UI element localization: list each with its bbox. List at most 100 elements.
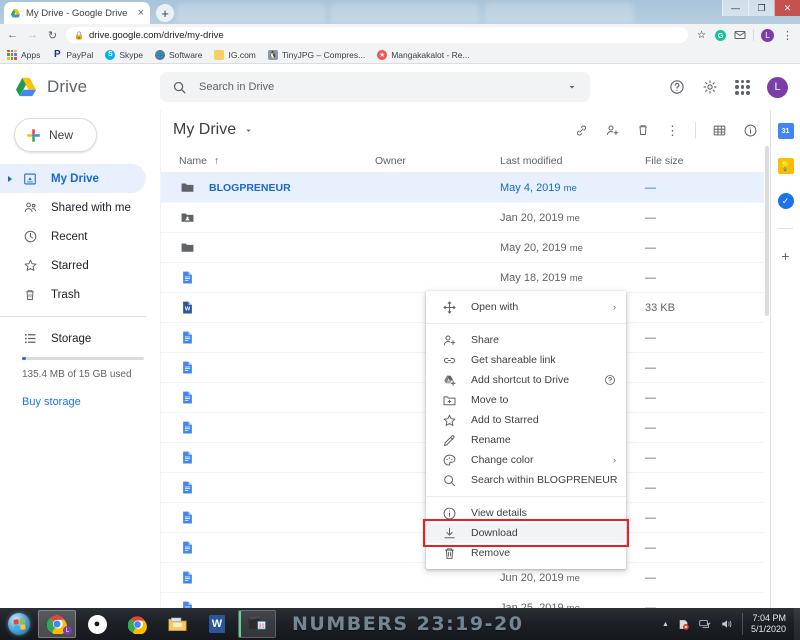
- help-icon[interactable]: [604, 374, 616, 386]
- menu-item-open-with[interactable]: Open with ›: [426, 297, 626, 317]
- buy-storage-link[interactable]: Buy storage: [0, 380, 160, 408]
- file-name-cell[interactable]: [165, 330, 375, 346]
- bookmark-star-icon[interactable]: ☆: [695, 29, 708, 42]
- google-calendar-icon[interactable]: 31: [777, 123, 794, 139]
- chrome-menu-icon[interactable]: ⋮: [781, 29, 794, 42]
- show-desktop-button[interactable]: [794, 608, 800, 640]
- start-button[interactable]: [2, 610, 36, 638]
- file-name-cell[interactable]: [165, 510, 375, 526]
- reload-button[interactable]: ↻: [46, 29, 59, 42]
- bookmark-ig-com[interactable]: IG.com: [214, 49, 256, 60]
- minimize-button[interactable]: —: [722, 0, 748, 16]
- new-button[interactable]: New: [14, 118, 97, 152]
- table-row[interactable]: May 18, 2019 me —: [161, 262, 770, 292]
- sidebar-item-storage[interactable]: Storage: [0, 324, 146, 353]
- address-bar[interactable]: 🔒 drive.google.com/drive/my-drive: [66, 27, 688, 43]
- file-name-cell[interactable]: [165, 450, 375, 466]
- column-header-name[interactable]: Name: [179, 155, 207, 167]
- drive-search-bar[interactable]: [160, 72, 590, 102]
- network-icon[interactable]: [698, 617, 712, 631]
- column-header-owner[interactable]: Owner: [375, 155, 500, 167]
- scrollbar-thumb[interactable]: [765, 146, 769, 316]
- close-window-button[interactable]: ✕: [774, 0, 800, 16]
- maximize-button[interactable]: ❐: [748, 0, 774, 16]
- menu-item-remove[interactable]: Remove: [426, 543, 626, 563]
- back-button[interactable]: ←: [6, 29, 19, 41]
- sidebar-item-my-drive[interactable]: My Drive: [0, 164, 146, 193]
- taskbar-app-dropbox[interactable]: ●: [78, 610, 116, 638]
- file-name-cell[interactable]: [165, 390, 375, 406]
- add-app-icon[interactable]: +: [781, 248, 789, 264]
- menu-item-add-to-starred[interactable]: Add to Starred: [426, 410, 626, 430]
- file-name-cell[interactable]: W: [165, 300, 375, 316]
- sort-ascending-icon[interactable]: ↑: [214, 155, 219, 167]
- google-tasks-icon[interactable]: ✓: [777, 193, 794, 209]
- taskbar-file-explorer[interactable]: [158, 610, 196, 638]
- file-name-cell[interactable]: [165, 210, 375, 226]
- taskbar-movie-maker[interactable]: 31: [238, 610, 276, 638]
- antivirus-icon[interactable]: [677, 618, 690, 631]
- column-header-last-modified[interactable]: Last modified: [500, 155, 645, 167]
- more-actions-icon[interactable]: ⋮: [666, 124, 679, 137]
- help-icon[interactable]: [669, 79, 685, 95]
- details-info-icon[interactable]: [743, 123, 758, 138]
- volume-icon[interactable]: [720, 617, 734, 631]
- table-row[interactable]: BLOGPRENEUR May 4, 2019 me —: [161, 172, 770, 202]
- browser-tab-my-drive[interactable]: My Drive - Google Drive ×: [4, 2, 150, 24]
- table-row[interactable]: Jan 20, 2019 me —: [161, 202, 770, 232]
- file-name-cell[interactable]: [165, 270, 375, 286]
- file-name-cell[interactable]: [165, 570, 375, 586]
- menu-item-search-within-blogpreneur[interactable]: Search within BLOGPRENEUR: [426, 470, 626, 490]
- browser-profile-avatar[interactable]: L: [761, 28, 774, 42]
- file-name-cell[interactable]: [165, 600, 375, 608]
- file-name-cell[interactable]: [165, 540, 375, 556]
- sidebar-item-trash[interactable]: Trash: [0, 280, 146, 309]
- table-row[interactable]: May 20, 2019 me —: [161, 232, 770, 262]
- taskbar-word[interactable]: W: [198, 610, 236, 638]
- google-apps-icon[interactable]: [735, 79, 750, 95]
- forward-button[interactable]: →: [26, 29, 39, 41]
- bookmark-tinyjpg[interactable]: 🐧 TinyJPG – Compres...: [267, 49, 365, 60]
- breadcrumb-chevron-down-icon[interactable]: [243, 125, 254, 136]
- taskbar-chrome[interactable]: [118, 610, 156, 638]
- grid-view-icon[interactable]: [712, 123, 727, 138]
- bookmark-mangakakalot[interactable]: ★ Mangakakalot - Re...: [377, 49, 470, 60]
- sidebar-item-recent[interactable]: Recent: [0, 222, 146, 251]
- taskbar-clock[interactable]: 7:04 PM 5/1/2020: [751, 613, 788, 635]
- menu-item-change-color[interactable]: Change color ›: [426, 450, 626, 470]
- new-tab-button[interactable]: +: [156, 4, 174, 22]
- show-hidden-icons-arrow[interactable]: ▲: [662, 621, 669, 628]
- file-name-cell[interactable]: [165, 420, 375, 436]
- sidebar-item-shared-with-me[interactable]: Shared with me: [0, 193, 146, 222]
- grammarly-extension-icon[interactable]: G: [715, 29, 726, 41]
- column-header-file-size[interactable]: File size: [645, 155, 770, 167]
- drive-brand[interactable]: Drive: [0, 77, 160, 98]
- menu-item-view-details[interactable]: View details: [426, 503, 626, 523]
- chevron-down-icon[interactable]: [566, 81, 578, 93]
- tab-close-icon[interactable]: ×: [138, 7, 144, 19]
- google-keep-icon[interactable]: 💡: [777, 158, 794, 174]
- menu-item-share[interactable]: Share: [426, 330, 626, 350]
- menu-item-rename[interactable]: Rename: [426, 430, 626, 450]
- file-name-cell[interactable]: [165, 480, 375, 496]
- mail-extension-icon[interactable]: [733, 29, 746, 42]
- bookmark-apps[interactable]: Apps: [7, 49, 40, 60]
- file-name-cell[interactable]: [165, 360, 375, 376]
- bookmark-software[interactable]: 🌐 Software: [154, 49, 202, 60]
- account-avatar[interactable]: L: [767, 76, 788, 98]
- bookmark-paypal[interactable]: P PayPal: [52, 49, 93, 60]
- table-row[interactable]: Jan 25, 2019 me —: [161, 592, 770, 608]
- menu-item-add-shortcut-to-drive[interactable]: Add shortcut to Drive: [426, 370, 626, 390]
- search-input[interactable]: [199, 81, 554, 93]
- file-name-cell[interactable]: BLOGPRENEUR: [165, 180, 375, 196]
- get-link-icon[interactable]: [574, 123, 589, 138]
- bookmark-skype[interactable]: S Skype: [105, 49, 143, 60]
- file-list-scrollbar[interactable]: [764, 146, 770, 608]
- file-name-cell[interactable]: [165, 240, 375, 256]
- menu-item-download[interactable]: Download: [423, 519, 629, 547]
- menu-item-get-shareable-link[interactable]: Get shareable link: [426, 350, 626, 370]
- settings-gear-icon[interactable]: [702, 79, 718, 95]
- delete-icon[interactable]: [636, 123, 650, 137]
- taskbar-chrome-profile[interactable]: L: [38, 610, 76, 638]
- breadcrumb[interactable]: My Drive: [165, 121, 236, 139]
